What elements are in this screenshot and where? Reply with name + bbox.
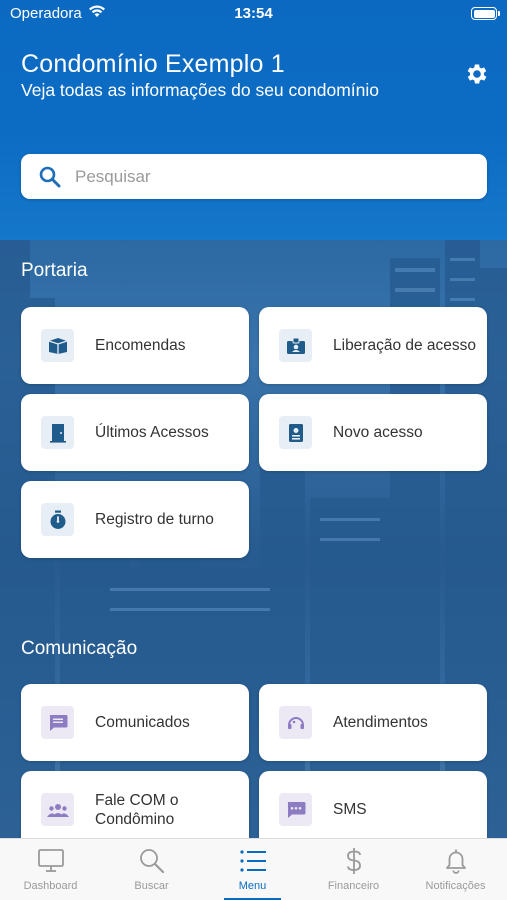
search-input[interactable] [75,162,465,191]
tab-buscar[interactable]: Buscar [101,839,202,900]
dollar-icon [346,848,361,874]
package-icon [41,329,74,362]
menu-item-comunicados[interactable]: Comunicados [21,684,249,761]
menu-item-liberacao-acesso[interactable]: Liberação de acesso [259,307,487,384]
support-icon [279,706,312,739]
tab-bar: Dashboard Buscar Menu Financeiro Notific… [0,838,507,900]
tab-label: Menu [238,880,267,892]
search-icon [139,849,164,874]
door-icon [41,416,74,449]
header [0,0,507,240]
menu-item-label: Novo acesso [333,424,423,441]
section-title-comunicacao: Comunicação [21,638,138,659]
sms-icon [279,793,312,826]
gear-icon[interactable] [464,61,490,87]
monitor-icon [37,849,64,872]
bell-icon [445,849,466,874]
tab-dashboard[interactable]: Dashboard [0,839,101,900]
tab-label: Buscar [134,880,169,892]
search-bar[interactable] [21,154,487,199]
list-icon [239,850,266,872]
battery-icon [471,7,500,20]
clock: 13:54 [234,5,273,22]
tab-label: Financeiro [327,880,380,892]
menu-item-label: Liberação de acesso [333,337,477,354]
tab-menu[interactable]: Menu [202,839,303,900]
search-icon [39,166,61,188]
stopwatch-icon [41,503,74,536]
tab-label: Notificações [425,880,486,892]
menu-item-label: SMS [333,801,367,818]
page-title: Condomínio Exemplo 1 [21,50,285,78]
section-title-portaria: Portaria [21,260,88,281]
menu-item-registro-turno[interactable]: Registro de turno [21,481,249,558]
menu-item-label: Encomendas [95,337,186,354]
tab-label: Dashboard [23,880,78,892]
group-icon [41,793,74,826]
menu-item-sms[interactable]: SMS [259,771,487,848]
menu-item-label: Atendimentos [333,714,428,731]
menu-item-label: Registro de turno [95,511,214,528]
menu-item-ultimos-acessos[interactable]: Últimos Acessos [21,394,249,471]
menu-item-label: Últimos Acessos [95,424,209,441]
page-subtitle: Veja todas as informações do seu condomí… [21,80,379,100]
tab-notificacoes[interactable]: Notificações [405,839,506,900]
menu-item-encomendas[interactable]: Encomendas [21,307,249,384]
menu-item-atendimentos[interactable]: Atendimentos [259,684,487,761]
tab-financeiro[interactable]: Financeiro [303,839,404,900]
menu-item-novo-acesso[interactable]: Novo acesso [259,394,487,471]
status-bar: Operadora 13:54 [0,0,507,28]
contact-card-icon [279,416,312,449]
menu-item-fale-com-condomino[interactable]: Fale COM o Condômino [21,771,249,848]
message-icon [41,706,74,739]
menu-item-label: Comunicados [95,714,190,731]
menu-item-label: Fale COM o Condômino [95,791,179,828]
id-badge-icon [279,329,312,362]
